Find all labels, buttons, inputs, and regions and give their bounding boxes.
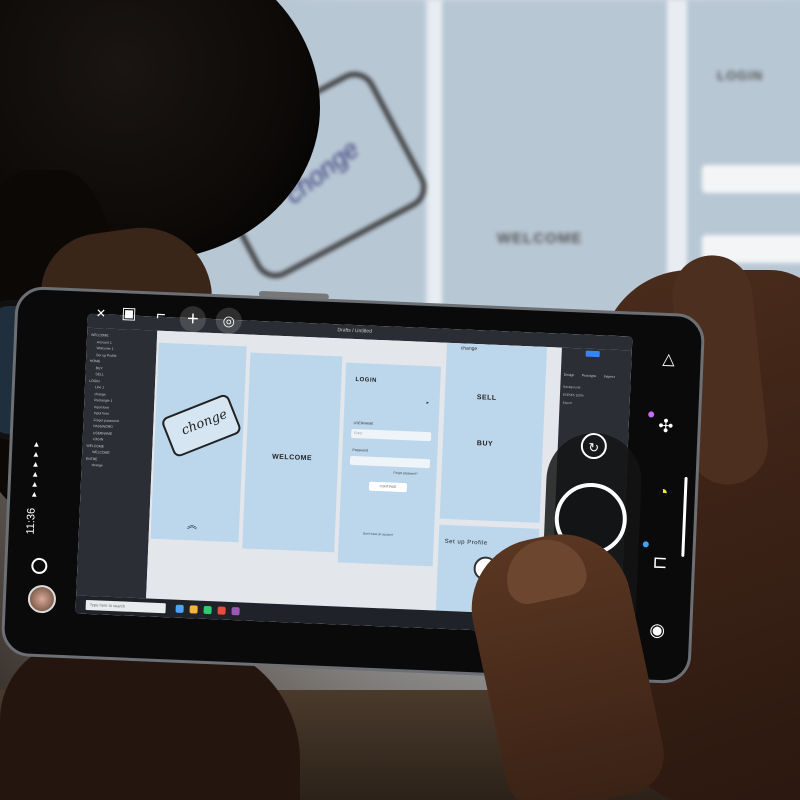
monitor-gap bbox=[428, 0, 442, 330]
browser-icon[interactable] bbox=[203, 605, 212, 615]
frame-home: change SELL BUY bbox=[439, 342, 547, 523]
password-input[interactable] bbox=[349, 455, 431, 469]
signal-dots-icon: ▲ ▲ ▲ ▲ ▲ ▲ bbox=[30, 439, 41, 499]
arrow-right-icon: ▸ bbox=[426, 400, 430, 407]
frame-login: LOGIN ▸ USERNAME Enter Password Forgot p… bbox=[337, 362, 442, 567]
photo-scene: chonge WELCOME LOGIN Drafts / Untitled W… bbox=[0, 0, 800, 800]
chevron-up-icon: ︽ bbox=[186, 520, 198, 532]
forgot-password-link[interactable]: Forgot password? bbox=[393, 471, 417, 476]
zoom-slider[interactable] bbox=[681, 476, 688, 557]
home-header: change bbox=[460, 345, 478, 353]
status-time: 11:36 bbox=[24, 507, 38, 535]
signup-prompt[interactable]: Don't have an account bbox=[363, 531, 393, 536]
layer-item[interactable]: change bbox=[85, 462, 147, 471]
layers-panel: WELCOME Account 1 Welcome 1 Set up Profile H… bbox=[76, 327, 158, 599]
monitor-username-field bbox=[702, 165, 800, 193]
taskbar-app-icon[interactable] bbox=[175, 604, 184, 614]
frame-logo: chonge ︽ bbox=[150, 342, 247, 543]
username-input[interactable]: Enter bbox=[350, 428, 432, 442]
username-label: USERNAME bbox=[353, 420, 374, 426]
login-title: LOGIN bbox=[355, 377, 378, 384]
timer-icon[interactable]: ◔ bbox=[648, 477, 677, 506]
plus-icon[interactable]: + bbox=[179, 305, 207, 333]
close-icon[interactable]: ✕ bbox=[87, 300, 114, 327]
profile-title: Set up Profile bbox=[444, 538, 488, 547]
taskbar-app-icon-2[interactable] bbox=[217, 606, 226, 615]
username-placeholder: Enter bbox=[354, 431, 363, 436]
share-button[interactable] bbox=[585, 350, 600, 358]
monitor-login-heading: LOGIN bbox=[717, 68, 764, 83]
password-label: Password bbox=[352, 447, 368, 453]
sell-button[interactable]: SELL bbox=[477, 394, 497, 402]
last-photo-thumbnail[interactable] bbox=[27, 584, 57, 614]
camera-top-toolbar: ✕ ▣ ⌐ + ◎ bbox=[87, 300, 269, 348]
buy-button[interactable]: BUY bbox=[477, 440, 494, 448]
search-icon[interactable] bbox=[31, 557, 48, 575]
welcome-title: WELCOME bbox=[271, 453, 313, 463]
export-label[interactable]: Export bbox=[563, 401, 627, 408]
continue-button[interactable]: CONTINUE bbox=[368, 481, 408, 493]
video-mode-icon[interactable]: ▣ bbox=[115, 301, 142, 328]
background-label: Background bbox=[563, 384, 581, 390]
file-title: Drafts / Untitled bbox=[337, 327, 373, 335]
phone-logo-sketch: chonge bbox=[160, 392, 243, 459]
screenshot-icon[interactable]: ◎ bbox=[215, 307, 243, 335]
crop-mode-icon[interactable]: ⌐ bbox=[147, 302, 174, 329]
tab-prototype[interactable]: Prototype bbox=[582, 373, 597, 378]
tab-design[interactable]: Design bbox=[564, 373, 575, 377]
frame-welcome: WELCOME bbox=[242, 352, 343, 553]
eye-icon[interactable]: ◉ bbox=[643, 615, 672, 644]
tab-inspect[interactable]: Inspect bbox=[604, 374, 615, 378]
background-value[interactable]: E5E5E5 100% bbox=[563, 393, 627, 400]
triangle-menu-icon[interactable]: △ bbox=[654, 346, 683, 375]
filter-icon[interactable]: ⊏ bbox=[645, 547, 674, 576]
folder-icon[interactable] bbox=[189, 605, 198, 614]
effects-icon[interactable]: ✣ bbox=[651, 411, 680, 440]
monitor-welcome-text: WELCOME bbox=[497, 230, 583, 247]
taskbar-search[interactable]: Type here to search bbox=[85, 599, 166, 614]
figma-icon[interactable] bbox=[231, 607, 240, 616]
monitor-frame-welcome-2: WELCOME bbox=[442, 0, 667, 330]
change-logo: chonge bbox=[179, 406, 230, 439]
